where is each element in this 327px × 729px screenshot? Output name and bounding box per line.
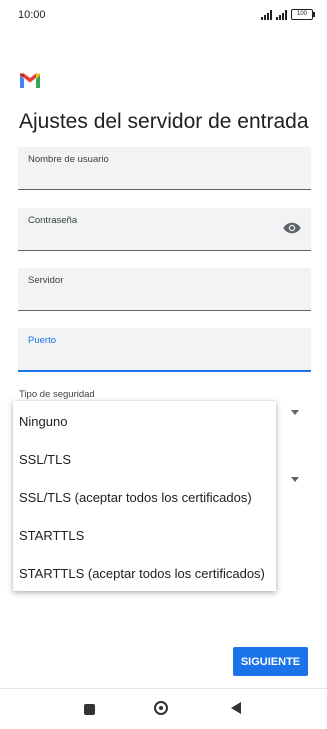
server-label: Servidor: [28, 275, 64, 286]
security-type-label: Tipo de seguridad: [19, 389, 95, 400]
password-field[interactable]: Contraseña: [18, 208, 311, 251]
dropdown-option[interactable]: SSL/TLS: [19, 452, 71, 467]
eye-icon[interactable]: [283, 221, 301, 235]
chevron-down-icon[interactable]: [291, 477, 299, 482]
page-title: Ajustes del servidor de entrada: [19, 110, 309, 133]
port-field[interactable]: Puerto: [18, 328, 311, 372]
dropdown-option[interactable]: STARTTLS: [19, 528, 84, 543]
status-icons: 100: [261, 9, 315, 20]
back-icon[interactable]: [231, 702, 241, 714]
recent-apps-icon[interactable]: [84, 704, 95, 715]
password-label: Contraseña: [28, 215, 78, 226]
dropdown-option[interactable]: STARTTLS (aceptar todos los certificados…: [19, 566, 265, 581]
port-label: Puerto: [28, 335, 56, 346]
gmail-logo-icon: [20, 73, 40, 88]
dropdown-option[interactable]: Ninguno: [19, 414, 67, 429]
next-button[interactable]: SIGUIENTE: [233, 647, 308, 676]
home-icon[interactable]: [154, 701, 168, 715]
status-bar: 10:00 100: [0, 0, 327, 30]
navigation-bar: [0, 688, 327, 729]
username-label: Nombre de usuario: [28, 154, 109, 165]
dropdown-option[interactable]: SSL/TLS (aceptar todos los certificados): [19, 490, 252, 505]
battery-icon: 100: [291, 9, 315, 20]
signal-icon: [276, 9, 287, 20]
signal-icon: [261, 9, 272, 20]
security-dropdown-menu: Ninguno SSL/TLS SSL/TLS (aceptar todos l…: [13, 401, 276, 591]
username-field[interactable]: Nombre de usuario: [18, 147, 311, 190]
status-time: 10:00: [18, 9, 46, 21]
server-field[interactable]: Servidor: [18, 268, 311, 311]
chevron-down-icon[interactable]: [291, 410, 299, 415]
